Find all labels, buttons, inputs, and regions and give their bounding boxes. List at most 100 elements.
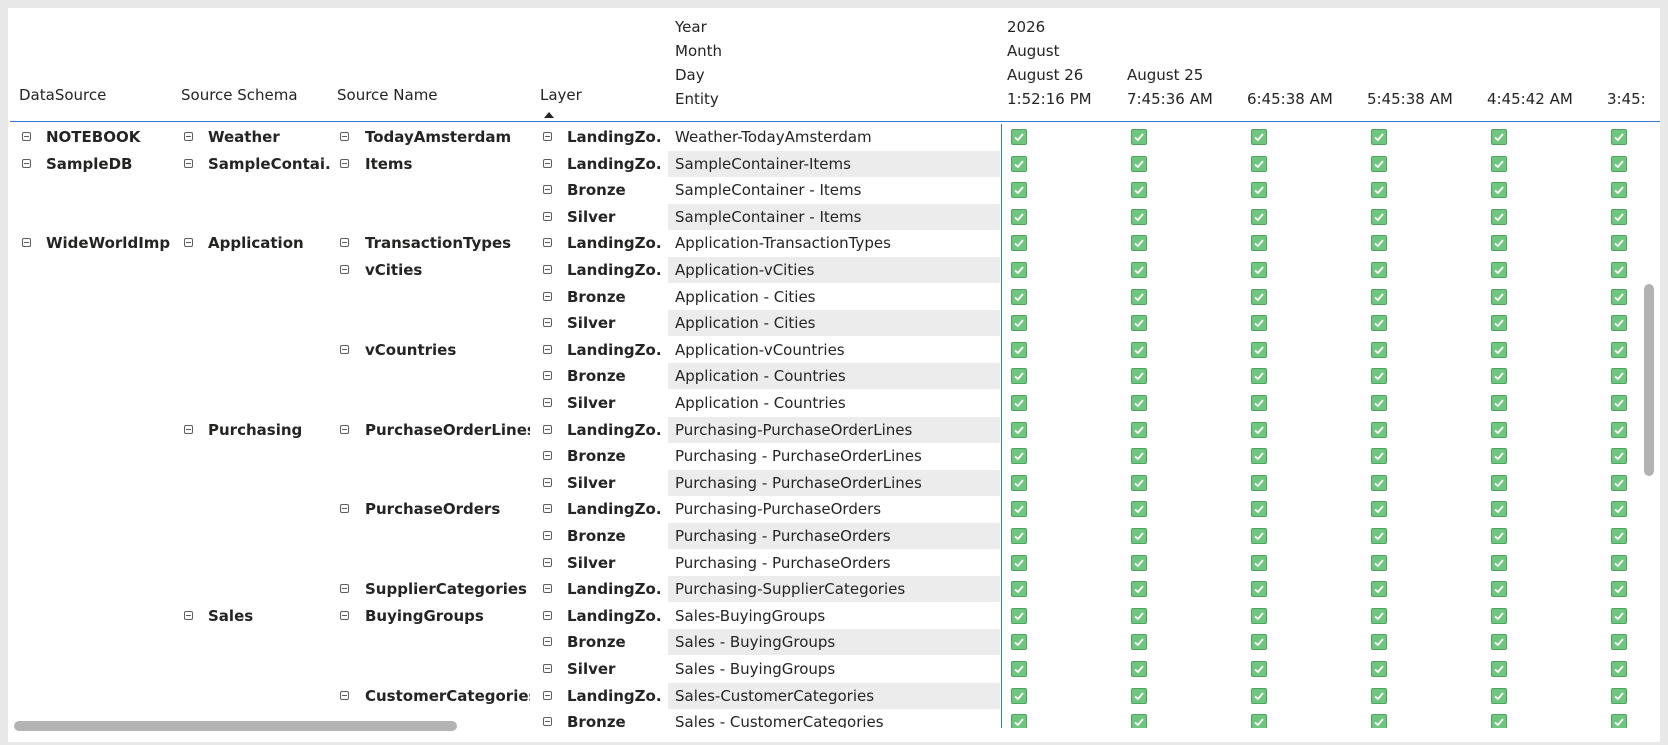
checkbox-checked-icon [1491,315,1507,332]
table-row: Bronze Application - Countries [8,363,1651,390]
horizontal-scrollbar[interactable] [14,721,457,731]
header-year-value[interactable]: 2026 [1007,15,1045,39]
checkbox-checked-icon [1131,208,1147,225]
collapse-minus-icon[interactable] [543,132,552,141]
table-row: Silver Application - Countries [8,390,1651,416]
table-row: Bronze Sales - BuyingGroups [8,629,1651,656]
row-layer: LandingZo... [567,420,663,439]
collapse-minus-icon[interactable] [543,664,552,673]
header-day-august-26[interactable]: August 26 [1007,63,1083,87]
collapse-minus-icon[interactable] [22,158,31,168]
collapse-minus-icon[interactable] [340,265,349,274]
collapse-minus-icon[interactable] [340,424,349,434]
collapse-minus-icon[interactable] [340,344,349,354]
header-month-value[interactable]: August [1007,39,1060,63]
header-day-august-25[interactable]: August 25 [1127,63,1203,87]
collapse-minus-icon[interactable] [340,132,349,141]
collapse-minus-icon[interactable] [543,318,552,328]
checkbox-checked-icon [1011,129,1027,145]
checkbox-checked-icon [1491,129,1507,145]
header-time[interactable]: 4:45:42 AM [1487,87,1573,111]
checkbox-checked-icon [1251,634,1267,651]
collapse-minus-icon[interactable] [543,344,552,354]
checkbox-checked-icon [1131,687,1147,704]
header-time[interactable]: 7:45:36 AM [1127,87,1213,111]
checkbox-checked-icon [1611,714,1627,728]
vertical-scrollbar[interactable] [1644,284,1654,476]
checkbox-checked-icon [1011,182,1027,199]
collapse-minus-icon[interactable] [543,211,552,221]
header-layer[interactable]: Layer [540,83,582,107]
collapse-minus-icon[interactable] [184,610,193,620]
header-source-schema[interactable]: Source Schema [181,83,298,107]
collapse-minus-icon[interactable] [340,584,349,594]
collapse-minus-icon[interactable] [543,291,552,301]
checkbox-checked-icon [1251,661,1267,677]
row-layer: LandingZo... [567,606,663,625]
collapse-minus-icon[interactable] [340,158,349,168]
checkbox-checked-icon [1371,714,1387,728]
table-row: PurchaseOrders LandingZo... Purchasing-Pur… [8,496,1651,522]
checkbox-checked-icon [1011,581,1027,598]
checkbox-checked-icon [1491,501,1507,518]
checkbox-checked-icon [1011,341,1027,358]
collapse-minus-icon[interactable] [184,238,193,248]
header-entity[interactable]: Entity [675,87,719,111]
collapse-minus-icon[interactable] [543,158,552,168]
checkbox-checked-icon [1251,262,1267,278]
checkbox-checked-icon [1491,288,1507,305]
row-entity: Application-vCountries [675,340,845,359]
collapse-minus-icon[interactable] [543,424,552,434]
checkbox-checked-icon [1251,448,1267,465]
collapse-minus-icon[interactable] [22,238,31,248]
checkbox-checked-icon [1491,448,1507,465]
row-source-name: PurchaseOrderLines [365,420,530,439]
collapse-minus-icon[interactable] [543,398,552,407]
row-layer: Bronze [567,447,626,466]
table-row: Silver Purchasing - PurchaseOrderLines [8,469,1651,496]
header-source-name[interactable]: Source Name [337,83,438,107]
collapse-minus-icon[interactable] [22,132,31,141]
header-time[interactable]: 5:45:38 AM [1367,87,1453,111]
row-source-schema: Sales [208,606,254,625]
collapse-minus-icon[interactable] [543,451,552,461]
row-entity: Application - Cities [675,314,816,333]
collapse-minus-icon[interactable] [184,132,193,141]
row-entity: Purchasing - PurchaseOrderLines [675,447,922,466]
row-entity: Sales-BuyingGroups [675,606,826,625]
collapse-minus-icon[interactable] [543,637,552,647]
checkbox-checked-icon [1611,421,1627,438]
checkbox-checked-icon [1491,155,1507,172]
collapse-minus-icon[interactable] [543,185,552,195]
header-time[interactable]: 1:52:16 PM [1007,87,1092,111]
collapse-minus-icon[interactable] [340,238,349,248]
collapse-minus-icon[interactable] [543,504,552,514]
collapse-minus-icon[interactable] [543,531,552,540]
header-time[interactable]: 3:45: [1607,87,1651,111]
collapse-minus-icon[interactable] [543,238,552,248]
row-layer: LandingZo... [567,234,663,253]
collapse-minus-icon[interactable] [340,610,349,620]
collapse-minus-icon[interactable] [543,371,552,381]
checkbox-checked-icon [1131,448,1147,465]
collapse-minus-icon[interactable] [184,158,193,168]
collapse-minus-icon[interactable] [543,265,552,274]
collapse-minus-icon[interactable] [340,504,349,514]
row-layer: Bronze [567,181,626,200]
collapse-minus-icon[interactable] [543,717,552,727]
collapse-minus-icon[interactable] [543,584,552,594]
row-layer: LandingZo... [567,261,663,279]
collapse-minus-icon[interactable] [184,424,193,434]
collapse-minus-icon[interactable] [543,610,552,620]
collapse-minus-icon[interactable] [543,690,552,700]
checkbox-checked-icon [1611,554,1627,571]
collapse-minus-icon[interactable] [340,690,349,700]
row-layer: LandingZo... [567,154,663,173]
checkbox-checked-icon [1011,208,1027,225]
header-time[interactable]: 6:45:38 AM [1247,87,1333,111]
collapse-minus-icon[interactable] [543,477,552,487]
header-datasource[interactable]: DataSource [19,83,106,107]
checkbox-checked-icon [1131,368,1147,385]
row-datasource: NOTEBOOK [46,128,141,146]
collapse-minus-icon[interactable] [543,557,552,567]
